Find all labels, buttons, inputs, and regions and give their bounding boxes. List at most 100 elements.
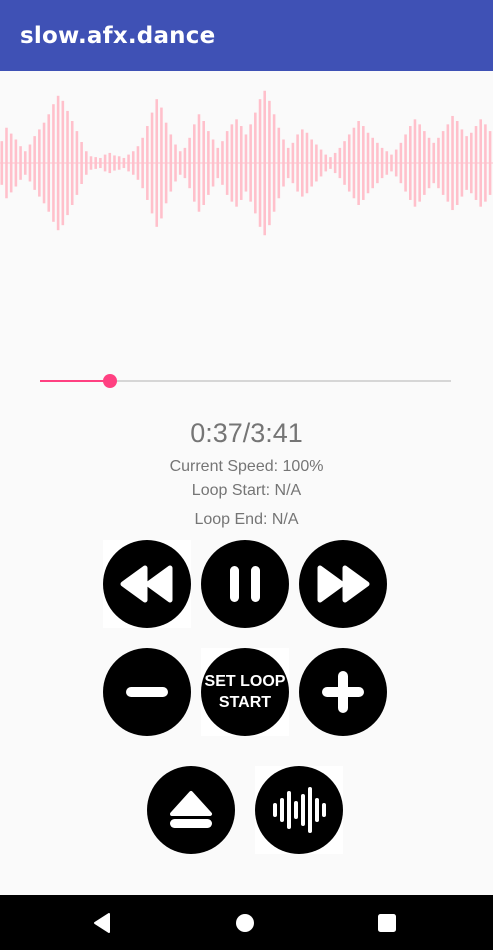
waveform-bar [394,149,398,177]
waveform-bar [216,147,220,179]
waveform-bar [230,124,234,202]
waveform-button[interactable] [255,766,343,854]
waveform-bar [23,151,27,175]
waveform-bar [127,154,130,172]
waveform-bar [399,142,403,184]
waveform-bar [455,121,459,205]
waveform-bar [324,154,328,172]
eject-button[interactable] [147,766,235,854]
waveform-bar [268,100,271,226]
waveform-bar [385,151,389,175]
waveform-bar [0,141,4,185]
waveform-bar [56,95,60,231]
waveform-bar [122,157,126,169]
waveform-bar [305,132,309,194]
waveform-bar [446,124,450,202]
waveform-bar [174,144,177,182]
back-icon [94,912,110,933]
waveform-bar [117,156,121,170]
waveform-bar [352,127,356,199]
waveform-bar [155,99,159,227]
waveform-bar [470,132,473,194]
home-icon [236,913,254,932]
waveform-bar [150,112,154,214]
waveform-bar [315,144,318,182]
waveform-bar [451,115,454,211]
seek-progress [40,380,110,382]
waveform-bar [61,100,65,226]
waveform-bar [380,147,384,179]
seek-thumb[interactable] [102,374,117,388]
home-nav-button[interactable] [215,895,275,950]
waveform-bar [277,127,281,199]
waveform-bar [418,124,421,202]
decrease-speed-button[interactable] [103,648,191,736]
loop-end-value: Loop End: N/A [194,511,299,528]
waveform-bar [225,131,229,195]
waveform-bar [272,114,276,212]
loop-start-value: Loop Start: N/A [191,482,302,499]
waveform-bar [94,157,97,169]
waveform-bar [329,157,332,169]
waveform-bar [70,121,74,205]
current-speed: Current Speed: 100% [169,458,324,475]
minus-icon [126,687,168,697]
waveform-bar [291,142,295,184]
waveform-bar [75,131,79,195]
seek-bar[interactable] [40,372,451,392]
waveform-bar [85,151,88,175]
increase-speed-button[interactable] [299,648,387,736]
fast-forward-button[interactable] [299,540,387,628]
waveform-bar [460,129,464,197]
waveform-bar [52,104,55,222]
waveform-bar [244,134,248,192]
waveform-bar [427,137,431,189]
waveform-bar [488,131,492,195]
waveform-bar [347,134,351,192]
waveform-bar [296,134,299,192]
waveform-bar [441,131,445,195]
waveform-bar [479,119,482,207]
waveform-bar [42,122,46,204]
recents-nav-button[interactable] [357,895,417,950]
waveform-bar [202,121,205,205]
waveform-bar [19,146,22,180]
waveform-bar [5,127,8,199]
plus-icon [322,671,364,713]
waveform-bar [99,157,102,169]
waveform-bar [408,126,412,200]
set-loop-start-button[interactable]: SET LOOP START [201,648,289,736]
waveform-bar [432,142,436,184]
waveform-bar [423,131,426,195]
waveform-bar [9,133,13,193]
waveform-bar [193,124,196,202]
waveform-bar [338,147,342,179]
waveform-bar [286,147,290,179]
waveform-bar [14,139,18,187]
waveform-bar [47,114,51,212]
waveform-bar [404,134,407,192]
waveform-bar [160,107,163,219]
waveform-bar [366,132,370,194]
waveform-bar [362,126,365,200]
rewind-icon [120,565,173,603]
waveform-bar [319,149,323,177]
pause-button[interactable] [201,540,289,628]
waveform-bar [80,142,83,184]
waveform-bar [178,151,182,175]
waveform-bar [164,122,168,204]
waveform-bar [357,121,360,205]
app-bar: slow.afx.dance [0,0,493,71]
waveform-bar [28,144,32,182]
waveform-bar [235,119,238,207]
audio-waveform [0,90,493,236]
waveform-bar [211,139,215,187]
recents-icon [378,913,396,932]
rewind-button[interactable] [103,540,191,628]
waveform-bar [474,126,478,200]
waveform-bar [207,131,210,195]
waveform-bar [38,129,41,197]
waveform-bar [254,112,257,214]
back-nav-button[interactable] [72,895,132,950]
waveform-bar [146,126,149,200]
